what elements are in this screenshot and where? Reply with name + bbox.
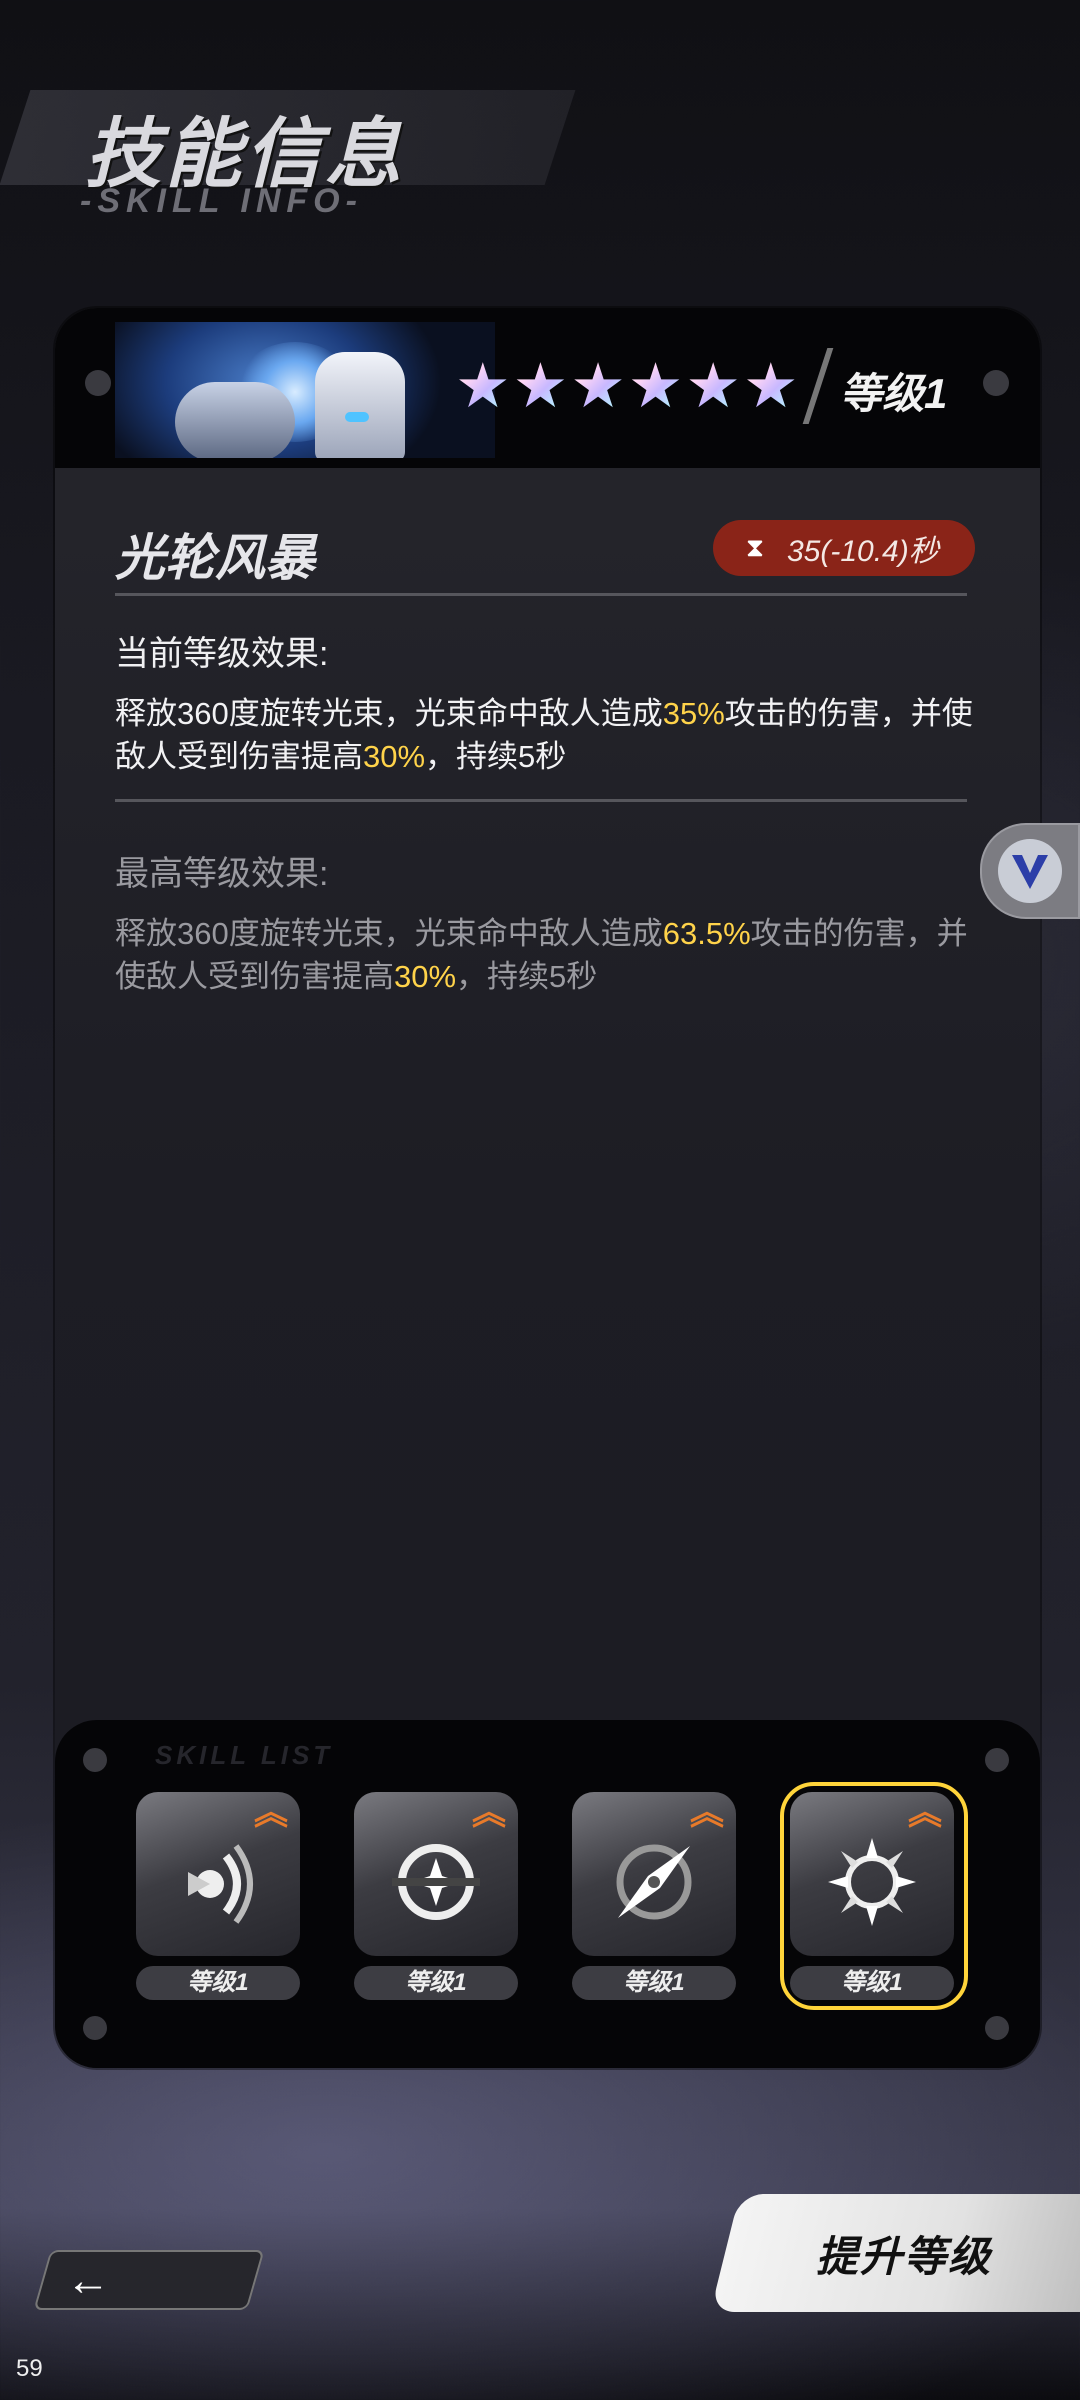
desc-highlight: 63.5% (662, 916, 751, 951)
divider (115, 593, 967, 596)
skill-card[interactable]: ︽ (354, 1792, 518, 1956)
rivet-icon (983, 370, 1009, 396)
skill-slot-level: 等级1 (136, 1966, 300, 2000)
star-icon: ★ (455, 352, 511, 421)
skill-slot-3[interactable]: ︽ 等级1 (572, 1792, 740, 2000)
skill-card[interactable]: ︽ (790, 1792, 954, 1956)
skill-slot-1[interactable]: ︽ 等级1 (136, 1792, 304, 2000)
skill-slot-level: 等级1 (790, 1966, 954, 2000)
skill-name: 光轮风暴 (115, 530, 315, 586)
upgrade-level-label[interactable]: 提升等级 (816, 2223, 992, 2284)
current-effect-label: 当前等级效果: (115, 635, 329, 673)
desc-highlight: 30% (363, 739, 426, 774)
ring-star-icon (392, 1844, 480, 1920)
skill-slot-4[interactable]: ︽ 等级1 (780, 1782, 968, 2010)
star-icon: ★ (512, 352, 569, 421)
hourglass-icon: ⧗ (745, 532, 765, 562)
star-icon: ★ (685, 352, 741, 421)
rivet-icon (85, 370, 111, 396)
skill-card[interactable]: ︽ (136, 1792, 300, 1956)
desc-text: ，持续5秒 (425, 739, 567, 774)
skill-list-title: SKILL LIST (155, 1740, 334, 1770)
star-icon: ★ (570, 352, 626, 421)
desc-highlight: 30% (394, 959, 457, 994)
rivet-icon (83, 2016, 107, 2040)
cooldown-text: 35(-10.4)秒 (787, 535, 939, 568)
skill-list-panel: SKILL LIST ︽ 等级1 ︽ 等级1 ︽ 等级1 ︽ 等级1 (55, 1720, 1040, 2068)
sun-burst-icon (828, 1838, 916, 1926)
star-icon: ★ (742, 352, 799, 421)
divider (115, 799, 967, 802)
desc-text: 释放360度旋转光束，光束命中敌人造成 (115, 916, 663, 951)
back-arrow-icon[interactable]: ← (66, 2256, 110, 2306)
cooldown-badge: ⧗ 35(-10.4)秒 (713, 520, 975, 576)
star-rating: ★ ★ ★ ★ ★ ★ (455, 356, 799, 418)
rivet-icon (985, 2016, 1009, 2040)
page-title-area: 技能信息 -SKILL INFO- (0, 80, 600, 240)
skill-slot-level: 等级1 (572, 1966, 736, 2000)
desc-highlight: 35% (662, 696, 725, 731)
divider-slash (802, 348, 834, 424)
character-portrait (115, 322, 495, 458)
page-subtitle: -SKILL INFO- (80, 182, 363, 220)
desc-text: ，持续5秒 (456, 959, 598, 994)
skill-header: ★ ★ ★ ★ ★ ★ 等级1 (55, 308, 1040, 468)
rivet-icon (83, 1748, 107, 1772)
star-icon: ★ (627, 352, 684, 421)
skill-slot-level: 等级1 (354, 1966, 518, 2000)
max-effect-label: 最高等级效果: (115, 855, 329, 893)
current-effect-description: 释放360度旋转光束，光束命中敌人造成35%攻击的伤害，并使敌人受到伤害提高30… (115, 692, 995, 778)
compass-slash-icon (616, 1844, 692, 1920)
fps-counter: 59 (16, 2355, 43, 2382)
desc-text: 释放360度旋转光束，光束命中敌人造成 (115, 696, 663, 731)
upgrade-arrow-icon: ︽ (908, 1794, 942, 1832)
upgrade-arrow-icon: ︽ (254, 1794, 288, 1832)
max-effect-description: 释放360度旋转光束，光束命中敌人造成63.5%攻击的伤害，并使敌人受到伤害提高… (115, 912, 995, 998)
upgrade-arrow-icon: ︽ (472, 1794, 506, 1832)
skill-level: 等级1 (840, 370, 948, 417)
upgrade-arrow-icon: ︽ (690, 1794, 724, 1832)
skill-card[interactable]: ︽ (572, 1792, 736, 1956)
skill-slot-2[interactable]: ︽ 等级1 (354, 1792, 522, 2000)
v-logo-icon (998, 839, 1062, 903)
floating-assistant-button[interactable] (980, 823, 1080, 919)
rivet-icon (985, 1748, 1009, 1772)
sound-wave-icon (188, 1844, 253, 1924)
